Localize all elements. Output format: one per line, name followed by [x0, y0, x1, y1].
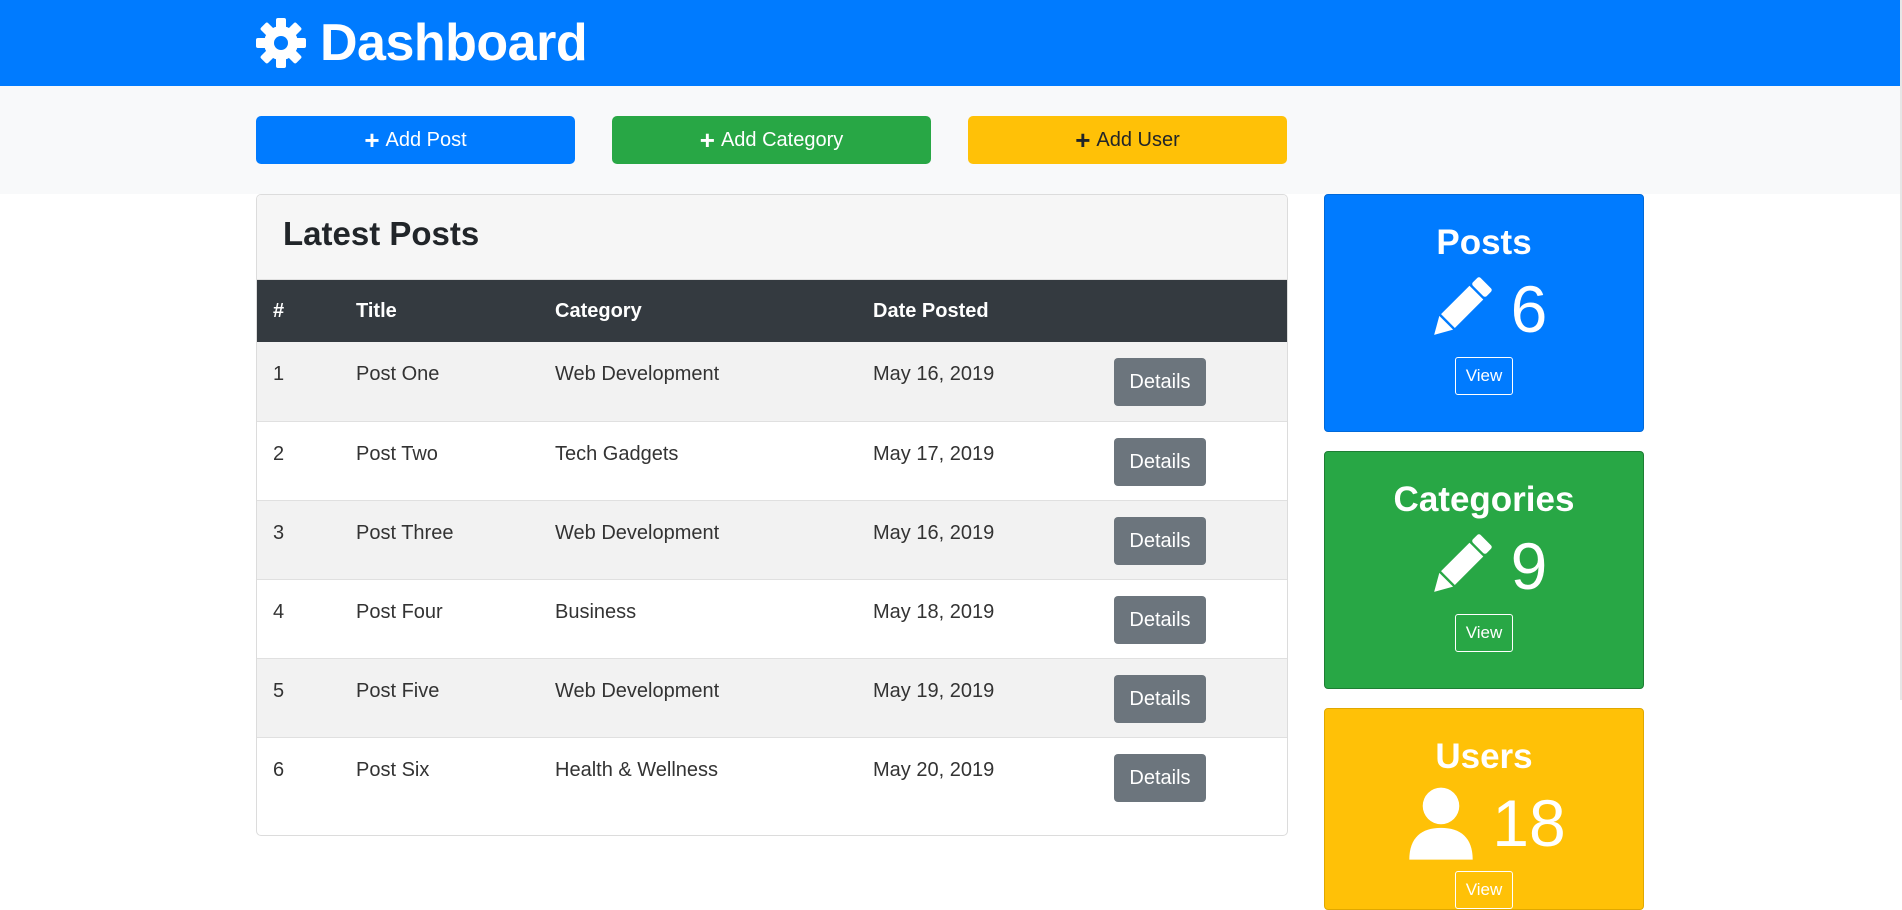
row-date: May 20, 2019 [873, 758, 995, 781]
column-header-number: # [273, 299, 285, 322]
brand: Dashboard [256, 10, 588, 76]
row-category: Web Development [555, 363, 720, 385]
view-categories-button[interactable]: View [1454, 614, 1514, 652]
row-category: Business [555, 600, 637, 623]
row-category: Web Development [555, 521, 720, 544]
posts-stat-card: Posts 6 View [1324, 194, 1644, 432]
table-header-row: # Title Category Date Posted [257, 280, 1287, 342]
table-row: 6 Post Six Health & Wellness May 20, 201… [257, 737, 1287, 816]
top-header: Dashboard [0, 0, 1900, 86]
stat-title: Categories [1393, 480, 1575, 519]
stat-count: 6 [1510, 272, 1548, 346]
pencil-icon [1433, 534, 1492, 592]
column-header-actions [1114, 280, 1287, 342]
add-category-label: Add Category [720, 128, 844, 151]
row-title: Post Three [356, 521, 454, 544]
user-icon [1409, 787, 1473, 860]
view-users-button[interactable]: View [1454, 871, 1514, 909]
row-title: Post Two [356, 442, 438, 465]
view-posts-button[interactable]: View [1454, 357, 1514, 395]
add-user-button[interactable]: + Add User [968, 116, 1287, 164]
table-row: 1 Post One Web Development May 16, 2019 … [257, 342, 1287, 421]
row-title: Post One [356, 363, 440, 385]
stat-title: Users [1435, 737, 1533, 776]
row-date: May 19, 2019 [873, 679, 995, 702]
page-title: Dashboard [320, 14, 588, 72]
stat-count: 18 [1492, 786, 1566, 860]
card-header: Latest Posts [257, 195, 1287, 280]
add-post-button[interactable]: + Add Post [256, 116, 575, 164]
users-stat-card: Users 18 View [1324, 708, 1644, 910]
pencil-icon [1433, 277, 1492, 335]
column-header-date: Date Posted [873, 299, 989, 322]
details-button[interactable]: Details [1114, 595, 1206, 644]
row-title: Post Four [356, 600, 443, 623]
table-row: 4 Post Four Business May 18, 2019 Detail… [257, 579, 1287, 658]
row-number: 1 [273, 363, 285, 385]
plus-icon: + [364, 125, 380, 155]
row-date: May 17, 2019 [873, 442, 995, 465]
row-number: 2 [273, 442, 285, 465]
details-button[interactable]: Details [1114, 516, 1206, 565]
details-button[interactable]: Details [1114, 674, 1206, 723]
action-bar: + Add Post + Add Category + Add User [0, 86, 1900, 194]
row-date: May 16, 2019 [873, 363, 995, 385]
details-button[interactable]: Details [1114, 358, 1206, 406]
row-number: 3 [273, 521, 285, 544]
gear-icon [256, 18, 306, 68]
stat-count: 9 [1510, 529, 1548, 603]
table-row: 2 Post Two Tech Gadgets May 17, 2019 Det… [257, 421, 1287, 500]
column-header-category: Category [555, 299, 642, 322]
card-title: Latest Posts [283, 215, 480, 252]
table-row: 5 Post Five Web Development May 19, 2019… [257, 658, 1287, 737]
stat-title: Posts [1436, 223, 1532, 262]
table-row: 3 Post Three Web Development May 16, 201… [257, 500, 1287, 579]
row-date: May 18, 2019 [873, 600, 995, 623]
row-number: 5 [273, 679, 285, 702]
posts-table: # Title Category Date Posted 1 Post One … [257, 280, 1287, 816]
details-button[interactable]: Details [1114, 753, 1206, 802]
plus-icon: + [1075, 125, 1091, 155]
categories-stat-card: Categories 9 View [1324, 451, 1644, 689]
row-category: Web Development [555, 679, 720, 702]
latest-posts-card: Latest Posts # Title Category Date Poste… [256, 194, 1288, 836]
row-category: Health & Wellness [555, 758, 719, 781]
row-title: Post Six [356, 758, 430, 781]
row-number: 4 [273, 600, 285, 623]
plus-icon: + [699, 125, 715, 155]
add-user-label: Add User [1096, 128, 1180, 151]
add-post-label: Add Post [385, 128, 467, 151]
row-number: 6 [273, 758, 285, 781]
details-button[interactable]: Details [1114, 437, 1206, 486]
row-category: Tech Gadgets [555, 442, 679, 465]
row-date: May 16, 2019 [873, 521, 995, 544]
add-category-button[interactable]: + Add Category [612, 116, 931, 164]
column-header-title: Title [356, 299, 397, 322]
row-title: Post Five [356, 679, 440, 702]
